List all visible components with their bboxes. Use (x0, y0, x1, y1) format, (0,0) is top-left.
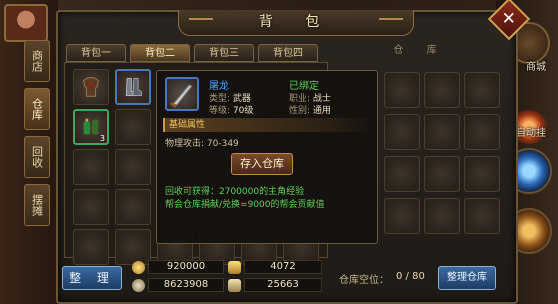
side-tab-storage[interactable]: 仓库 (24, 88, 50, 130)
tab-bag-4[interactable]: 背包四 (258, 44, 318, 62)
item-gender-row: 性别: 通用 (289, 103, 331, 116)
ingot-currency: 4072 (228, 260, 322, 274)
side-tab-stall[interactable]: 摆摊 (24, 184, 50, 226)
auto-battle-label[interactable]: 自动挂 (516, 124, 546, 139)
sword-item-icon (165, 77, 199, 111)
side-tabs: 商店 仓库 回收 摆摊 (24, 40, 50, 232)
bound-status: 已绑定 (289, 81, 319, 92)
gold-currency: 920000 (132, 260, 224, 274)
gold-coin-icon (132, 260, 145, 274)
storage-slot[interactable] (424, 114, 460, 150)
bag-slot-boots[interactable] (115, 69, 151, 105)
bound-gold-currency: 8623908 (132, 278, 224, 292)
bag-slot-empty[interactable] (115, 189, 151, 225)
shop-mall-label: 商城 (526, 62, 546, 73)
bag-slot-empty[interactable] (115, 109, 151, 145)
bound-ingot-currency: 25663 (228, 278, 322, 292)
storage-slot[interactable] (464, 156, 500, 192)
tab-bag-3[interactable]: 背包三 (194, 44, 254, 62)
sort-storage-button[interactable]: 整理仓库 (438, 266, 496, 290)
panel-title: 背 包 (258, 14, 334, 30)
gold-ingot-icon (228, 260, 241, 274)
storage-slot[interactable] (384, 198, 420, 234)
storage-slot[interactable] (464, 72, 500, 108)
title-ornament-left (189, 18, 213, 26)
potion-item-icon (80, 116, 102, 138)
side-tab-label: 回收 (30, 146, 44, 168)
storage-slot[interactable] (384, 114, 420, 150)
boots-item-icon (122, 76, 144, 98)
ingot-amount: 4072 (244, 260, 322, 274)
bag-slot-empty[interactable] (73, 149, 109, 185)
bag-tabs: 背包一 背包二 背包三 背包四 (66, 44, 318, 62)
bag-slot-empty[interactable] (73, 229, 109, 265)
side-tab-label: 摆摊 (30, 194, 44, 216)
storage-header: 仓 库 (393, 45, 447, 56)
recycle-reward-text: 回收可获得：2700000的主角经验 (165, 187, 305, 197)
storage-slot[interactable] (464, 114, 500, 150)
storage-space-value: 0 / 80 (396, 271, 425, 282)
item-gender-value: 通用 (312, 106, 331, 116)
side-tab-recycle[interactable]: 回收 (24, 136, 50, 178)
player-avatar[interactable] (4, 4, 48, 42)
title-ornament-right (379, 18, 403, 26)
sort-bag-button[interactable]: 整 理 (62, 266, 122, 290)
bag-slot-empty[interactable] (115, 149, 151, 185)
side-tab-label: 商店 (30, 50, 44, 72)
item-name: 屠龙 (209, 81, 229, 92)
storage-slot[interactable] (384, 156, 420, 192)
storage-slot[interactable] (424, 72, 460, 108)
deposit-to-storage-button[interactable]: 存入仓库 (231, 153, 293, 175)
bag-slot-empty[interactable] (73, 189, 109, 225)
storage-slot[interactable] (384, 72, 420, 108)
bound-ingot-amount: 25663 (244, 278, 322, 292)
item-tooltip: 屠龙 类型: 武器 等级: 70级 已绑定 职业: 战士 性别: 通用 基础属性… (156, 70, 378, 244)
storage-slot[interactable] (424, 156, 460, 192)
item-level-key: 等级: (209, 106, 231, 116)
side-tab-label: 仓库 (30, 98, 44, 120)
base-attributes-header: 基础属性 (163, 118, 371, 132)
gold-amount: 920000 (148, 260, 224, 274)
item-gender-key: 性别: (289, 106, 311, 116)
bag-slot-potion[interactable]: 3 (73, 109, 109, 145)
item-level-value: 70级 (232, 106, 254, 116)
close-icon: ✕ (501, 8, 517, 29)
physical-attack-stat: 物理攻击: 70-349 (165, 139, 239, 149)
bound-gold-amount: 8623908 (148, 278, 224, 292)
bound-gold-icon (132, 278, 145, 292)
item-level-row: 等级: 70级 (209, 103, 253, 116)
bag-slot-armor[interactable] (73, 69, 109, 105)
slot-count: 3 (99, 134, 105, 143)
armor-item-icon (79, 75, 103, 99)
storage-space-label: 仓库空位： (339, 275, 389, 286)
title-bar: 背 包 (178, 10, 414, 36)
storage-slot[interactable] (464, 198, 500, 234)
tab-bag-1[interactable]: 背包一 (66, 44, 126, 62)
storage-slot[interactable] (424, 198, 460, 234)
side-tab-shop[interactable]: 商店 (24, 40, 50, 82)
bound-ingot-icon (228, 278, 241, 292)
tab-bag-2[interactable]: 背包二 (130, 44, 190, 62)
guild-donation-text: 帮会仓库捐献/兑换=9000的帮会贡献值 (165, 200, 325, 210)
